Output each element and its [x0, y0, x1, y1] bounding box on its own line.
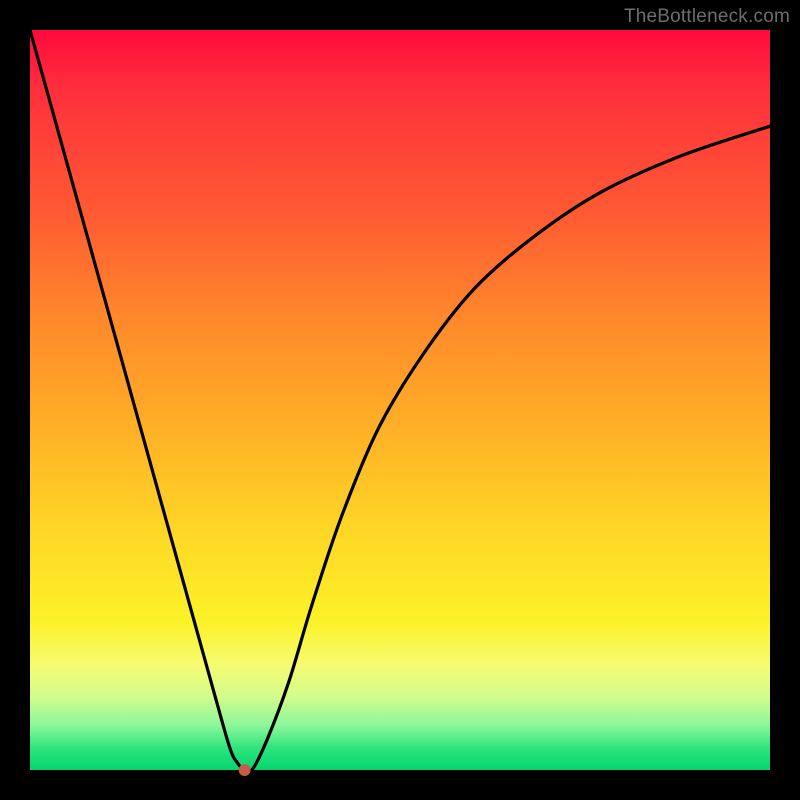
curve-svg	[30, 30, 770, 770]
minimum-marker	[239, 764, 251, 776]
plot-area	[30, 30, 770, 770]
watermark-text: TheBottleneck.com	[624, 6, 790, 28]
chart-container: TheBottleneck.com	[0, 0, 800, 800]
bottleneck-curve	[30, 30, 770, 772]
